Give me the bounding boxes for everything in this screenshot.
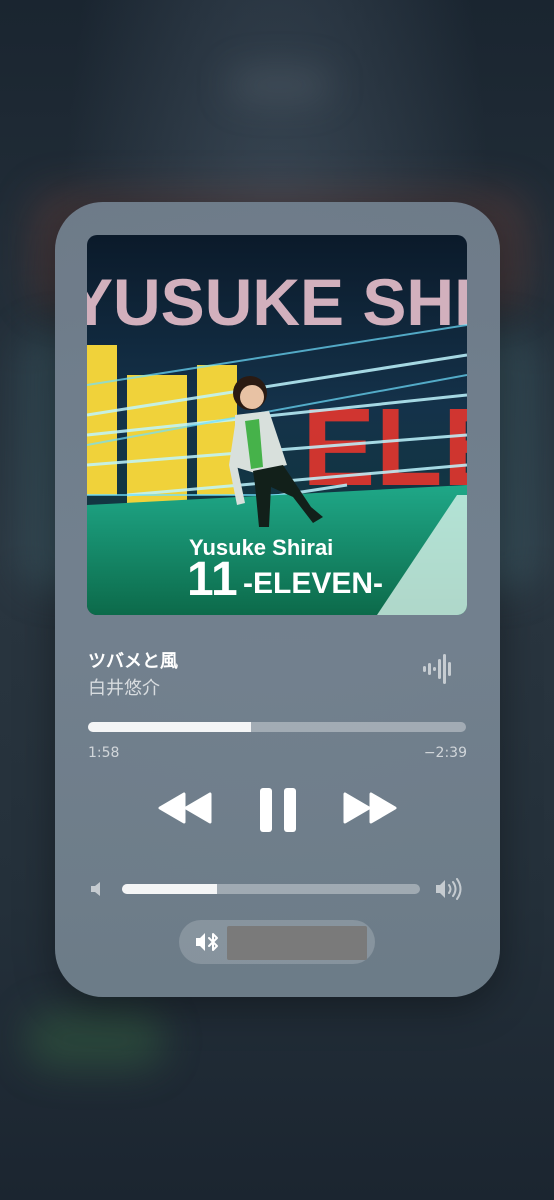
background-blur-shape <box>230 70 330 100</box>
fast-forward-icon <box>343 792 397 824</box>
cover-title: -ELEVEN- <box>243 567 383 600</box>
volume-slider[interactable] <box>122 884 420 894</box>
playback-scrubber[interactable] <box>88 722 466 732</box>
song-title[interactable]: ツバメと風 <box>88 647 178 673</box>
bluetooth-speaker-icon <box>195 932 223 952</box>
playback-progress-fill <box>88 722 251 732</box>
waveform-icon <box>423 654 455 684</box>
pause-icon <box>260 788 296 832</box>
redacted-device-name <box>227 926 367 960</box>
album-artwork[interactable]: YUSUKE SHIRAI ELEVEN <box>87 235 467 615</box>
audio-output-button[interactable] <box>179 920 375 964</box>
time-remaining: −2:39 <box>423 745 467 761</box>
time-elapsed: 1:58 <box>88 745 120 761</box>
cover-number: 11 <box>187 553 238 606</box>
song-artist[interactable]: 白井悠介 <box>88 674 160 700</box>
speaker-high-icon <box>435 878 463 900</box>
speaker-low-icon <box>89 880 105 898</box>
rewind-icon <box>158 792 212 824</box>
rewind-button[interactable] <box>158 790 214 826</box>
fast-forward-button[interactable] <box>341 790 397 826</box>
cover-artist-text: YUSUKE SHIRAI <box>87 265 467 339</box>
pause-button[interactable] <box>258 786 298 834</box>
now-playing-card: YUSUKE SHIRAI ELEVEN <box>55 202 500 997</box>
background-blur-shape <box>25 1010 165 1070</box>
volume-fill <box>122 884 218 894</box>
